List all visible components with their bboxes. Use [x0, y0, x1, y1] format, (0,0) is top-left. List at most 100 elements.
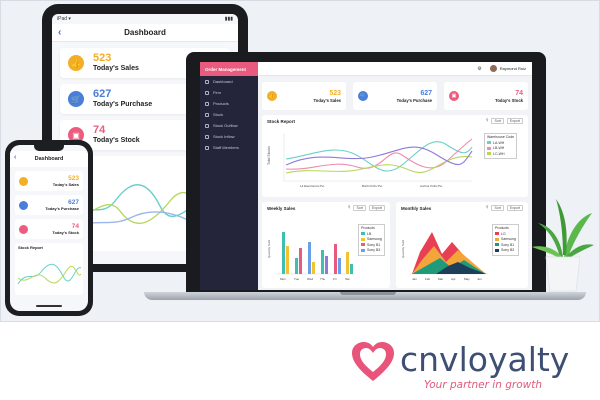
sidebar: Order Management Dashboard Firm Products St…: [200, 62, 258, 290]
avatar[interactable]: [489, 65, 497, 72]
sidebar-item-label: Staff Members: [213, 145, 239, 150]
sidebar-item-label: Firm: [213, 90, 221, 95]
laptop-screen: Order Management Dashboard Firm Products St…: [200, 62, 532, 290]
phone-header: ‹ Dashboard: [10, 151, 88, 167]
x-tick-label: Jun: [477, 277, 482, 281]
x-tick-label: Thu: [320, 277, 326, 281]
back-chevron-icon[interactable]: ‹: [58, 27, 61, 38]
kpi-label: Today's Sales: [313, 97, 341, 103]
x-tick-label: Anchor Polls Pvt.: [420, 184, 443, 188]
legend-item: LA-WH: [487, 141, 514, 145]
x-tick-label: Sat: [345, 277, 350, 281]
cart-icon: 🛒: [358, 91, 368, 101]
kpi-row: 👍 523 Today's Sales 🛒 627 Today's Purcha…: [262, 82, 528, 110]
x-tick-label: May: [464, 277, 470, 281]
y-axis-label: Total Stocks: [267, 146, 271, 165]
phone-chart-title: Stock Report: [18, 245, 43, 250]
kpi-card-purchase[interactable]: 🛒 627 Today's Purchase: [353, 82, 437, 110]
sidebar-item-label: Stock: [213, 112, 224, 117]
sidebar-item-dashboard[interactable]: Dashboard: [200, 76, 258, 87]
weekly-legend: Products LB Samsung Sony B1 Sony B3: [358, 224, 385, 256]
cart-icon: [19, 200, 28, 210]
thumbs-up-icon: [19, 176, 28, 186]
phone-page-title: Dashboard: [34, 156, 64, 162]
stock-legend: Warehouse Code LA-WH LB-WH LC-WH: [484, 133, 518, 159]
phone-kpi-stock[interactable]: 74 Today's Stock: [15, 219, 83, 239]
kpi-value: 74: [515, 89, 523, 97]
kpi-value: 627: [420, 89, 432, 97]
menu-icon: [205, 79, 209, 84]
home-indicator: [36, 305, 62, 307]
kpi-card-sales[interactable]: 👍 523 Today's Sales: [262, 82, 346, 110]
x-tick-label: Wed: [307, 277, 313, 281]
kpi-value: 627: [68, 199, 79, 206]
kpi-label: Today's Stock: [52, 230, 79, 235]
laptop-device: Order Management Dashboard Firm Products St…: [186, 52, 546, 292]
sidebar-item-label: Products: [213, 101, 229, 106]
box-icon: ▣: [449, 91, 459, 101]
y-axis-label: Quantity Sold: [401, 240, 405, 258]
tablet-page-title: Dashboard: [124, 28, 166, 37]
phone-kpi-sales[interactable]: 523 Today's Sales: [15, 171, 83, 191]
thumbs-up-icon: 👍: [68, 55, 84, 71]
legend-item: Samsung: [361, 237, 382, 241]
monthly-sales-card: Monthly Sales ⚲ Sort Export Quantity Sol…: [396, 202, 528, 288]
legend-title: Warehouse Code: [487, 135, 515, 139]
top-bar: ⚙ Raymond Ruiz: [258, 62, 532, 76]
x-tick-label: Mon: [280, 277, 286, 281]
tablet-header: ‹ Dashboard: [52, 24, 238, 42]
kpi-value: 74: [93, 123, 106, 136]
kpi-label: Today's Stock: [495, 97, 523, 103]
sidebar-item-label: Stock Inflow: [213, 134, 235, 139]
kpi-value: 627: [93, 87, 112, 100]
plant-illustration: [532, 199, 594, 292]
box-icon: [19, 224, 28, 234]
settings-icon[interactable]: ⚙: [477, 66, 481, 72]
phone-kpi-purchase[interactable]: 627 Today's Purchase: [15, 195, 83, 215]
sidebar-item-stock-inflow[interactable]: Stock Inflow: [200, 131, 258, 142]
sidebar-item-staff-members[interactable]: Staff Members: [200, 142, 258, 153]
phone-device: ‹ Dashboard 523 Today's Sales 627 Today'…: [5, 140, 93, 316]
legend-item: LB-WH: [487, 146, 514, 150]
menu-icon: [205, 90, 209, 95]
laptop-hinge: [340, 292, 396, 295]
kpi-label: Today's Purchase: [396, 97, 432, 103]
brand-logo: cnvloyalty Your partner in growth: [350, 337, 598, 395]
heart-logo-icon: [352, 342, 394, 381]
menu-icon: [205, 112, 209, 117]
legend-item: Sony B3: [361, 248, 382, 252]
x-tick-label: Jan: [412, 277, 417, 281]
user-name[interactable]: Raymond Ruiz: [500, 66, 526, 71]
phone-stock-chart: Stock Report: [15, 243, 83, 295]
sidebar-item-products[interactable]: Products: [200, 98, 258, 109]
x-tick-label: Tue: [294, 277, 299, 281]
x-tick-label: Fri: [333, 277, 337, 281]
back-chevron-icon[interactable]: ‹: [14, 154, 16, 161]
x-tick-label: Buchi Kid's Pvt.: [362, 184, 383, 188]
brand-tagline: Your partner in growth: [424, 379, 542, 391]
tablet-status-bar: iPad ▾ ▮▮▮: [57, 16, 233, 22]
legend-item: Samsung: [495, 237, 516, 241]
brand-name: cnvloyalty: [400, 340, 570, 379]
kpi-label: Today's Stock: [93, 136, 140, 144]
kpi-value: 74: [71, 223, 79, 230]
kpi-value: 523: [68, 175, 79, 182]
menu-icon: [205, 145, 209, 150]
x-tick-label: Apr: [451, 277, 456, 281]
x-tick-label: Mar: [438, 277, 443, 281]
cart-icon: 🛒: [68, 91, 84, 107]
stock-report-card: Stock Report ⚲ Sort Export Total Stocks …: [262, 115, 528, 197]
sidebar-item-stock[interactable]: Stock: [200, 109, 258, 120]
sidebar-item-firm[interactable]: Firm: [200, 87, 258, 98]
sidebar-item-label: Stock Outflow: [213, 123, 238, 128]
sidebar-item-stock-outflow[interactable]: Stock Outflow: [200, 120, 258, 131]
x-tick-label: Feb: [425, 277, 431, 281]
kpi-label: Today's Sales: [93, 64, 139, 72]
legend-item: Sony B1: [495, 243, 516, 247]
y-axis-label: Quantity Sold: [267, 240, 271, 258]
kpi-label: Today's Purchase: [45, 206, 79, 211]
legend-item: LG: [495, 232, 516, 236]
thumbs-up-icon: 👍: [267, 91, 277, 101]
kpi-card-stock[interactable]: ▣ 74 Today's Stock: [444, 82, 528, 110]
phone-chart-svg: [17, 263, 82, 285]
